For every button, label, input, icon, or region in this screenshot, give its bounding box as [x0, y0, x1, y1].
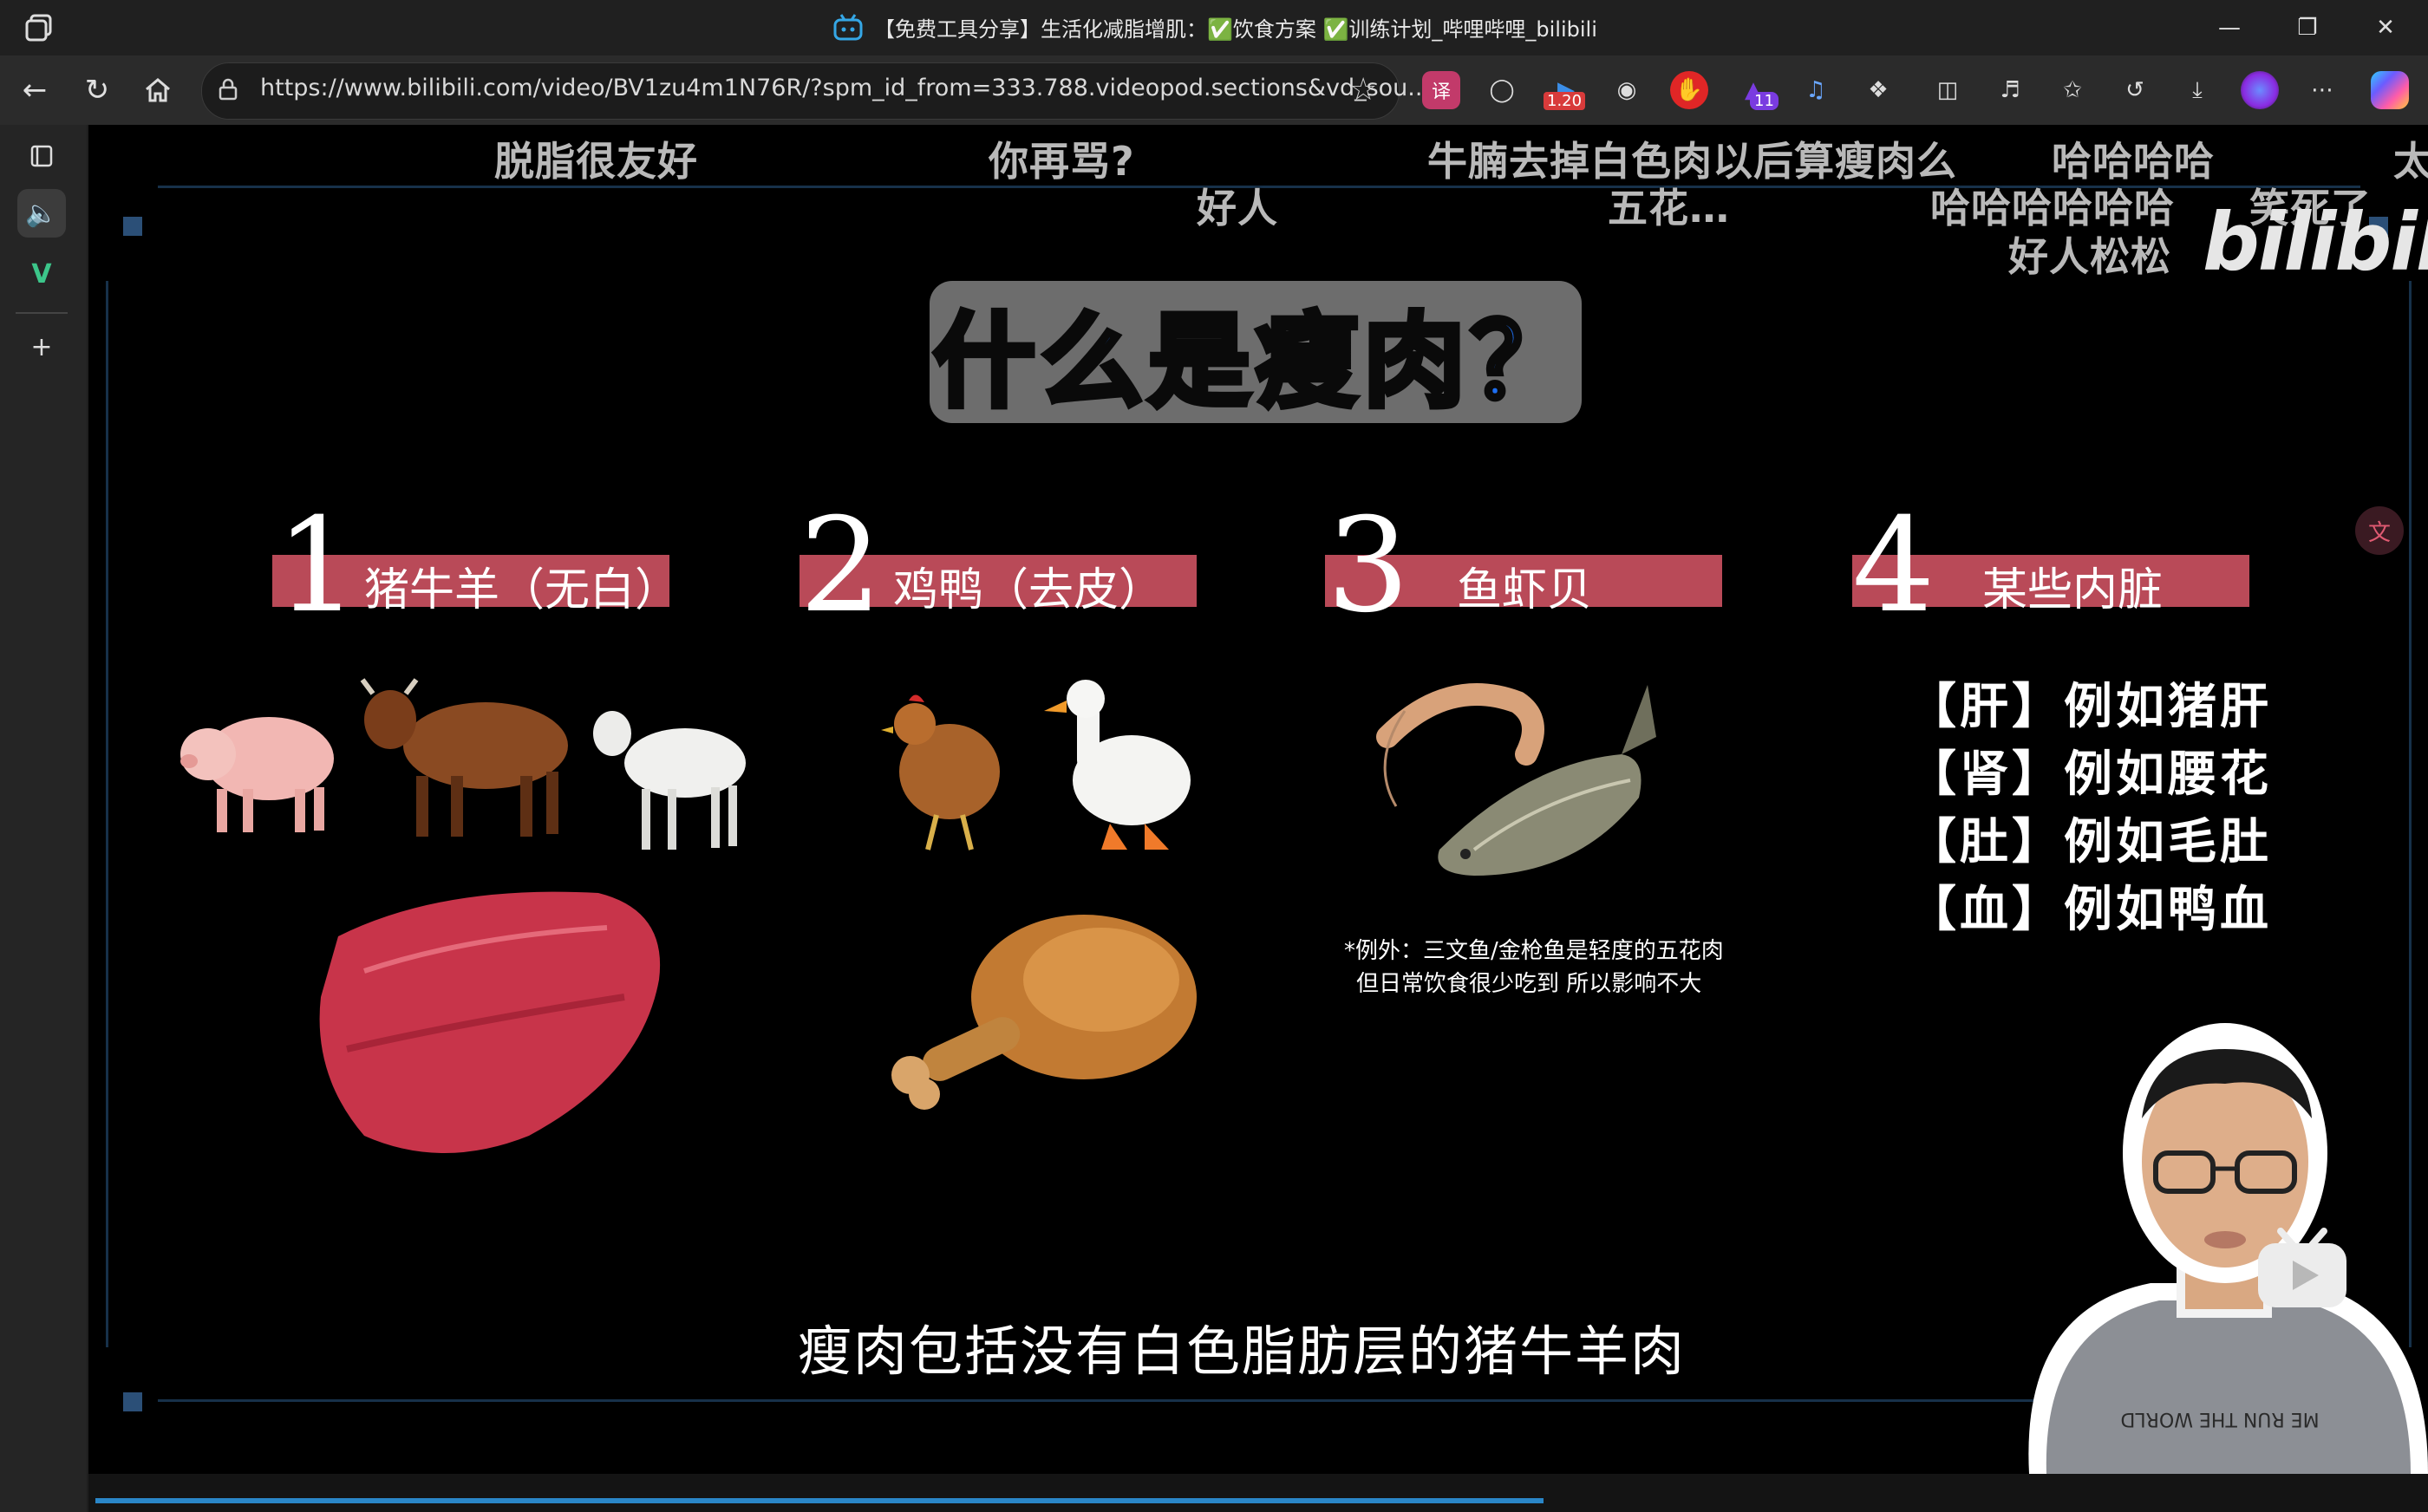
- shrimp-fish-image: [1376, 683, 1656, 876]
- back-icon[interactable]: ←: [12, 69, 57, 111]
- danmaku-comment: 五花…: [1608, 185, 1730, 231]
- home-icon[interactable]: [135, 69, 180, 111]
- cow-image: [360, 678, 568, 837]
- sidebar-divider: [16, 312, 68, 314]
- category-label: 鸡鸭（去皮）: [893, 564, 1165, 616]
- close-button[interactable]: ✕: [2346, 7, 2425, 49]
- category-label: 鱼虾贝: [1457, 564, 1593, 616]
- exception-note-line1: *例外：三文鱼/金枪鱼是轻度的五花肉: [1344, 938, 1724, 964]
- category-number: 3: [1327, 491, 1410, 642]
- window-title: 【免费工具分享】生活化减脂增肌：✅饮食方案 ✅训练计划_哔哩哔哩_bilibil…: [874, 17, 1597, 42]
- glasses-extension-icon[interactable]: ◯: [1483, 71, 1521, 109]
- add-sidebar-app-icon[interactable]: +: [17, 323, 66, 371]
- refresh-icon[interactable]: ↻: [75, 69, 120, 111]
- duck-image: [1044, 680, 1191, 850]
- organ-item: 【肝】例如猪肝: [1908, 679, 2272, 735]
- url-text: https://www.bilibili.com/video/BV1zu4m1N…: [260, 75, 1431, 101]
- site-info-icon[interactable]: [215, 76, 241, 102]
- audio-playing-icon[interactable]: 🔈: [17, 189, 66, 238]
- vue-devtools-icon[interactable]: V: [17, 250, 66, 298]
- more-menu-icon[interactable]: ⋯: [2303, 71, 2341, 109]
- favorite-star-icon[interactable]: ☆: [1349, 73, 1384, 108]
- minimize-button[interactable]: —: [2190, 7, 2268, 49]
- speed-badge: 1.20: [1544, 92, 1586, 110]
- restore-button[interactable]: ❐: [2268, 7, 2346, 49]
- progress-bar[interactable]: [95, 1498, 1544, 1503]
- danmaku-comment: 太: [2393, 138, 2428, 185]
- pig-image: [180, 717, 334, 832]
- danmaku-comment: 脱脂很友好: [494, 138, 698, 185]
- incognito-extension-icon[interactable]: ◉: [1608, 71, 1646, 109]
- video-subtitle: 瘦肉包括没有白色脂肪层的猪牛羊肉: [798, 1320, 1687, 1383]
- drumstick-image: [891, 915, 1197, 1110]
- history-icon[interactable]: ↺: [2116, 71, 2154, 109]
- downloads-icon[interactable]: ⤓: [2178, 71, 2216, 109]
- category-number: 1: [276, 491, 359, 642]
- video-bottom-strip: [88, 1474, 2428, 1512]
- tab-actions-icon[interactable]: [17, 132, 66, 180]
- bilibili-tab-icon: [832, 12, 864, 43]
- category-label: 猪牛羊（无白）: [364, 564, 681, 616]
- translate-extension-icon[interactable]: 译: [1422, 71, 1460, 109]
- extensions-puzzle-icon[interactable]: ❖: [1859, 71, 1897, 109]
- goat-image: [593, 711, 746, 850]
- adblock-extension-icon[interactable]: ✋: [1670, 71, 1708, 109]
- danmaku-comment: 好人: [1197, 185, 1278, 231]
- danmaku-comment: 好人松松: [2008, 233, 2171, 280]
- profile-avatar[interactable]: [2241, 71, 2279, 109]
- chicken-image: [881, 694, 1000, 850]
- translate-float-icon[interactable]: 文: [2355, 506, 2404, 555]
- beef-image: [319, 891, 661, 1153]
- exception-note-line2: 但日常饮食很少吃到 所以影响不大: [1356, 971, 1702, 997]
- organ-item: 【肾】例如腰花: [1908, 746, 2272, 803]
- shirt-text: ME RUN THE WORLD: [2120, 1408, 2319, 1430]
- count-badge: 11: [1750, 92, 1779, 110]
- category-label: 某些内脏: [1982, 564, 2164, 616]
- split-screen-icon[interactable]: ◫: [1929, 71, 1967, 109]
- media-control-icon[interactable]: ♬: [1991, 71, 2029, 109]
- danmaku-comment: 你再骂?: [989, 138, 1135, 185]
- music-extension-icon[interactable]: ♫: [1797, 71, 1835, 109]
- category-number: 4: [1852, 491, 1935, 642]
- organ-item: 【肚】例如毛肚: [1908, 814, 2272, 870]
- bilibili-watermark: bilibili: [2203, 196, 2428, 289]
- presenter-image: ME RUN THE WORLD: [2028, 1023, 2428, 1474]
- workspaces-icon[interactable]: [23, 10, 61, 45]
- bilibili-tv-icon: [2255, 1228, 2350, 1311]
- organ-item: 【血】例如鸭血: [1908, 882, 2272, 938]
- favorites-icon[interactable]: ✩: [2053, 71, 2092, 109]
- copilot-icon[interactable]: [2371, 71, 2409, 109]
- category-number: 2: [800, 491, 883, 642]
- headline: 什么是瘦肉？: [930, 299, 1578, 424]
